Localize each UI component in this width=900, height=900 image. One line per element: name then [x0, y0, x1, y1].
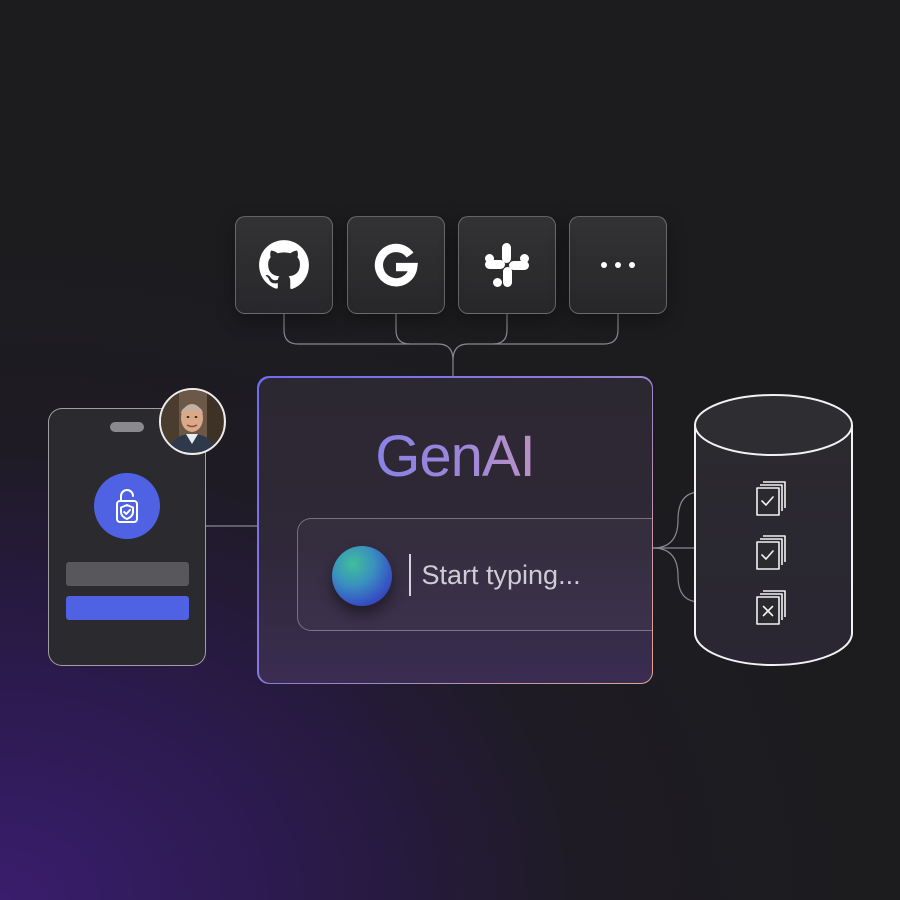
user-avatar — [159, 388, 226, 455]
genai-card-body: GenAI Start typing... — [258, 377, 652, 683]
phone-notch — [110, 422, 144, 432]
assistant-orb-icon — [331, 545, 392, 606]
slack-icon — [485, 243, 529, 287]
document-check-icon — [756, 535, 786, 570]
prompt-placeholder: Start typing... — [421, 559, 581, 590]
more-icon — [601, 262, 635, 268]
github-icon — [259, 240, 309, 290]
text-caret — [408, 553, 411, 596]
prompt-input[interactable]: Start typing... — [296, 517, 652, 631]
document-check-icon — [756, 481, 786, 516]
security-badge — [94, 473, 160, 539]
login-button[interactable] — [66, 596, 189, 620]
github-tile[interactable] — [235, 216, 333, 314]
shield-unlock-icon — [116, 489, 138, 523]
document-x-icon — [756, 590, 786, 625]
google-icon — [374, 243, 418, 287]
more-integrations-tile[interactable] — [569, 216, 667, 314]
slack-tile[interactable] — [458, 216, 556, 314]
google-tile[interactable] — [347, 216, 445, 314]
genai-card: GenAI Start typing... — [257, 376, 653, 684]
login-field[interactable] — [66, 562, 189, 586]
genai-title: GenAI — [259, 422, 652, 492]
integration-diagram: GenAI Start typing... — [0, 0, 900, 900]
